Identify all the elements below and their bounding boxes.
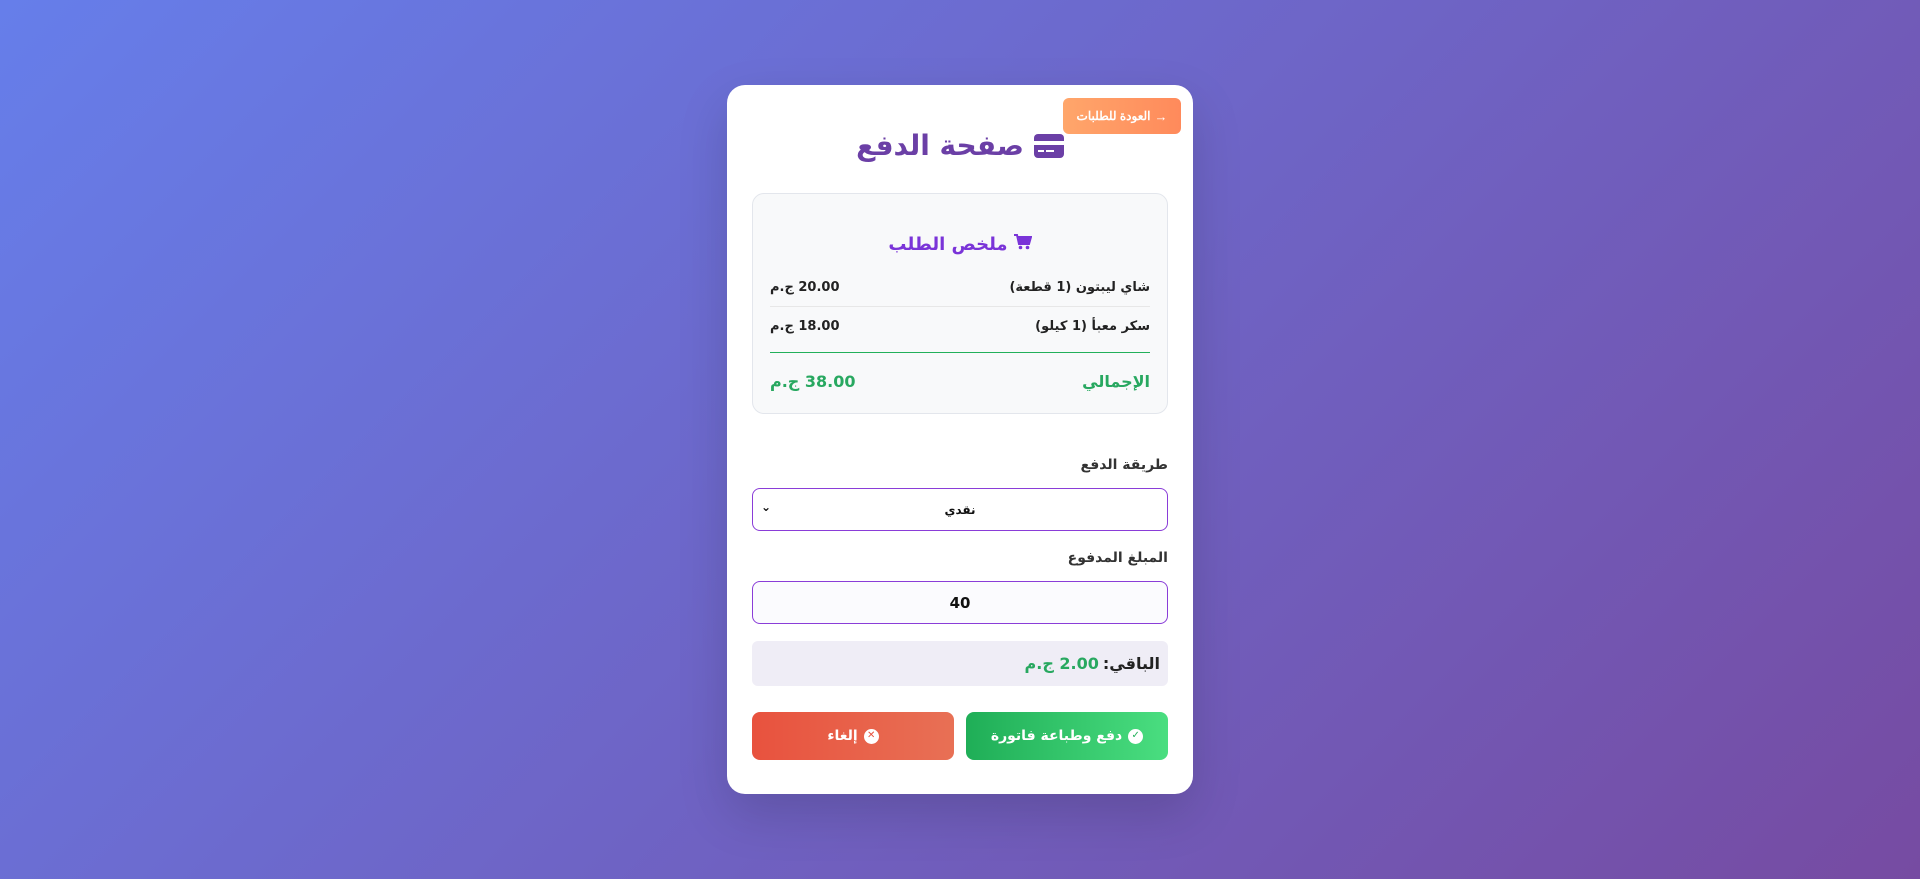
arrow-right-icon: →: [1154, 108, 1168, 124]
order-summary-title: ملخص الطلب: [770, 232, 1150, 256]
remaining-amount: الباقي: 2.00 ج.م: [752, 641, 1168, 686]
order-item-row: سكر معبأ (1 كيلو) 18.00 ج.م: [770, 307, 1150, 346]
order-total-value: 38.00 ج.م: [770, 371, 856, 391]
amount-paid-value: 40: [949, 593, 971, 612]
order-summary-title-text: ملخص الطلب: [888, 233, 1008, 255]
shopping-cart-icon: [1013, 233, 1032, 255]
pay-and-print-button[interactable]: ✓ دفع وطباعة فاتورة: [966, 712, 1168, 760]
order-item-row: شاي ليبتون (1 قطعة) 20.00 ج.م: [770, 268, 1150, 307]
payment-method-label: طريقة الدفع: [1080, 457, 1168, 473]
order-item-price: 18.00 ج.م: [770, 319, 840, 334]
amount-paid-input[interactable]: 40: [752, 581, 1168, 624]
amount-paid-label: المبلغ المدفوع: [1067, 550, 1168, 566]
order-items-list: شاي ليبتون (1 قطعة) 20.00 ج.م سكر معبأ (…: [770, 268, 1150, 346]
cancel-button[interactable]: ✕ إلغاء: [752, 712, 954, 760]
remaining-value: 2.00 ج.م: [1024, 654, 1099, 673]
payment-method-select[interactable]: نقدي ⌄: [752, 488, 1168, 531]
order-total-row: الإجمالي 38.00 ج.م: [770, 353, 1150, 409]
pay-and-print-label: دفع وطباعة فاتورة: [990, 728, 1123, 744]
order-item-name: سكر معبأ (1 كيلو): [1035, 319, 1150, 334]
order-total-label: الإجمالي: [1082, 371, 1150, 391]
close-circle-icon: ✕: [863, 728, 879, 744]
order-item-name: شاي ليبتون (1 قطعة): [1009, 279, 1150, 295]
credit-card-icon: [1033, 133, 1064, 158]
payment-card: → العودة للطلبات صفحة الدفع ملخص الطلب ش…: [727, 85, 1193, 794]
page-title: صفحة الدفع: [727, 129, 1193, 162]
back-to-orders-label: العودة للطلبات: [1076, 109, 1151, 123]
order-summary: ملخص الطلب شاي ليبتون (1 قطعة) 20.00 ج.م…: [752, 193, 1168, 414]
page-title-text: صفحة الدفع: [856, 129, 1024, 162]
remaining-label: الباقي:: [1102, 654, 1160, 673]
check-circle-icon: ✓: [1128, 728, 1144, 744]
payment-method-value: نقدي: [944, 502, 976, 517]
order-item-price: 20.00 ج.م: [770, 279, 840, 295]
cancel-label: إلغاء: [827, 728, 858, 744]
chevron-down-icon: ⌄: [761, 500, 772, 514]
